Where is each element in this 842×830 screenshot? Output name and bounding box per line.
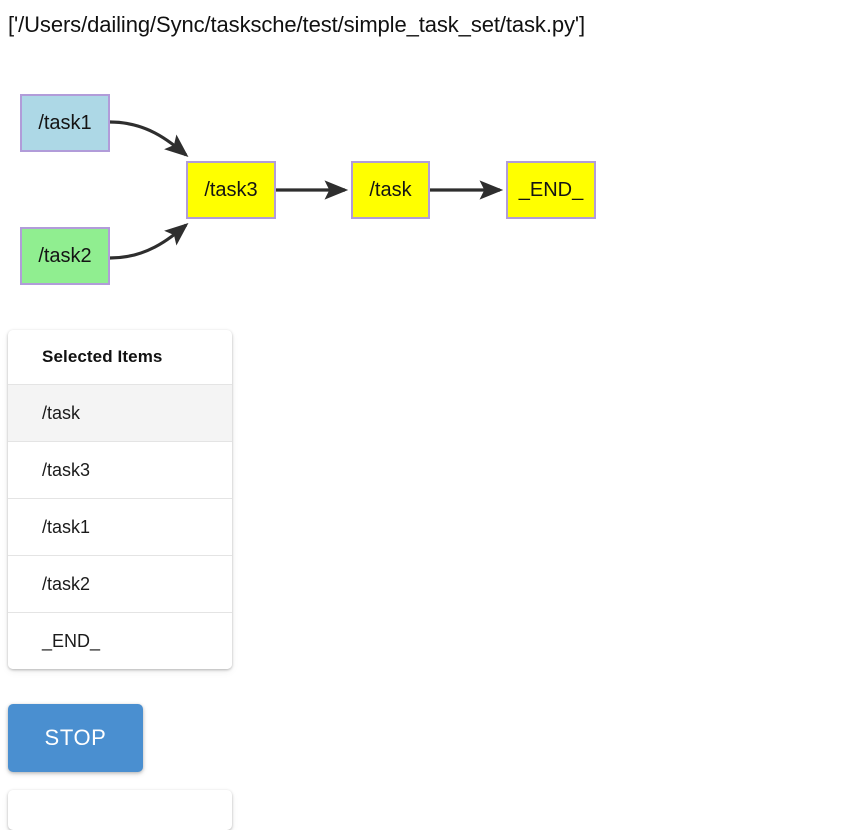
graph-node-label: /task2 [38, 244, 92, 267]
graph-node-label: _END_ [518, 178, 584, 201]
graph-node-task[interactable]: /task [351, 161, 430, 219]
task-graph: /task1 /task2 /task3 /task _END_ [0, 70, 842, 305]
list-item-label: /task2 [42, 573, 91, 594]
list-item[interactable]: /task1 [8, 498, 232, 555]
graph-node-task1[interactable]: /task1 [20, 94, 110, 152]
graph-node-end[interactable]: _END_ [506, 161, 596, 219]
next-card-partial [8, 790, 232, 830]
selected-items-list: /task /task3 /task1 /task2 _END_ [8, 384, 232, 669]
list-item-label: _END_ [42, 630, 101, 651]
list-item[interactable]: _END_ [8, 612, 232, 669]
selected-items-header: Selected Items [42, 347, 163, 366]
list-item-label: /task [42, 402, 81, 423]
selected-items-card: Selected Items /task /task3 /task1 /task… [8, 330, 232, 669]
edge-task2-to-task3 [109, 222, 189, 260]
page-title: ['/Users/dailing/Sync/tasksche/test/simp… [8, 12, 585, 37]
edge-task1-to-task3 [109, 120, 189, 158]
stop-button[interactable]: STOP [8, 704, 143, 772]
list-item-label: /task1 [42, 516, 91, 537]
list-item[interactable]: /task3 [8, 441, 232, 498]
list-item-label: /task3 [42, 459, 91, 480]
graph-node-label: /task3 [204, 178, 258, 201]
graph-node-label: /task [369, 178, 412, 201]
list-item[interactable]: /task2 [8, 555, 232, 612]
graph-node-task2[interactable]: /task2 [20, 227, 110, 285]
graph-node-task3[interactable]: /task3 [186, 161, 276, 219]
list-item[interactable]: /task [8, 384, 232, 441]
graph-node-label: /task1 [38, 111, 92, 134]
